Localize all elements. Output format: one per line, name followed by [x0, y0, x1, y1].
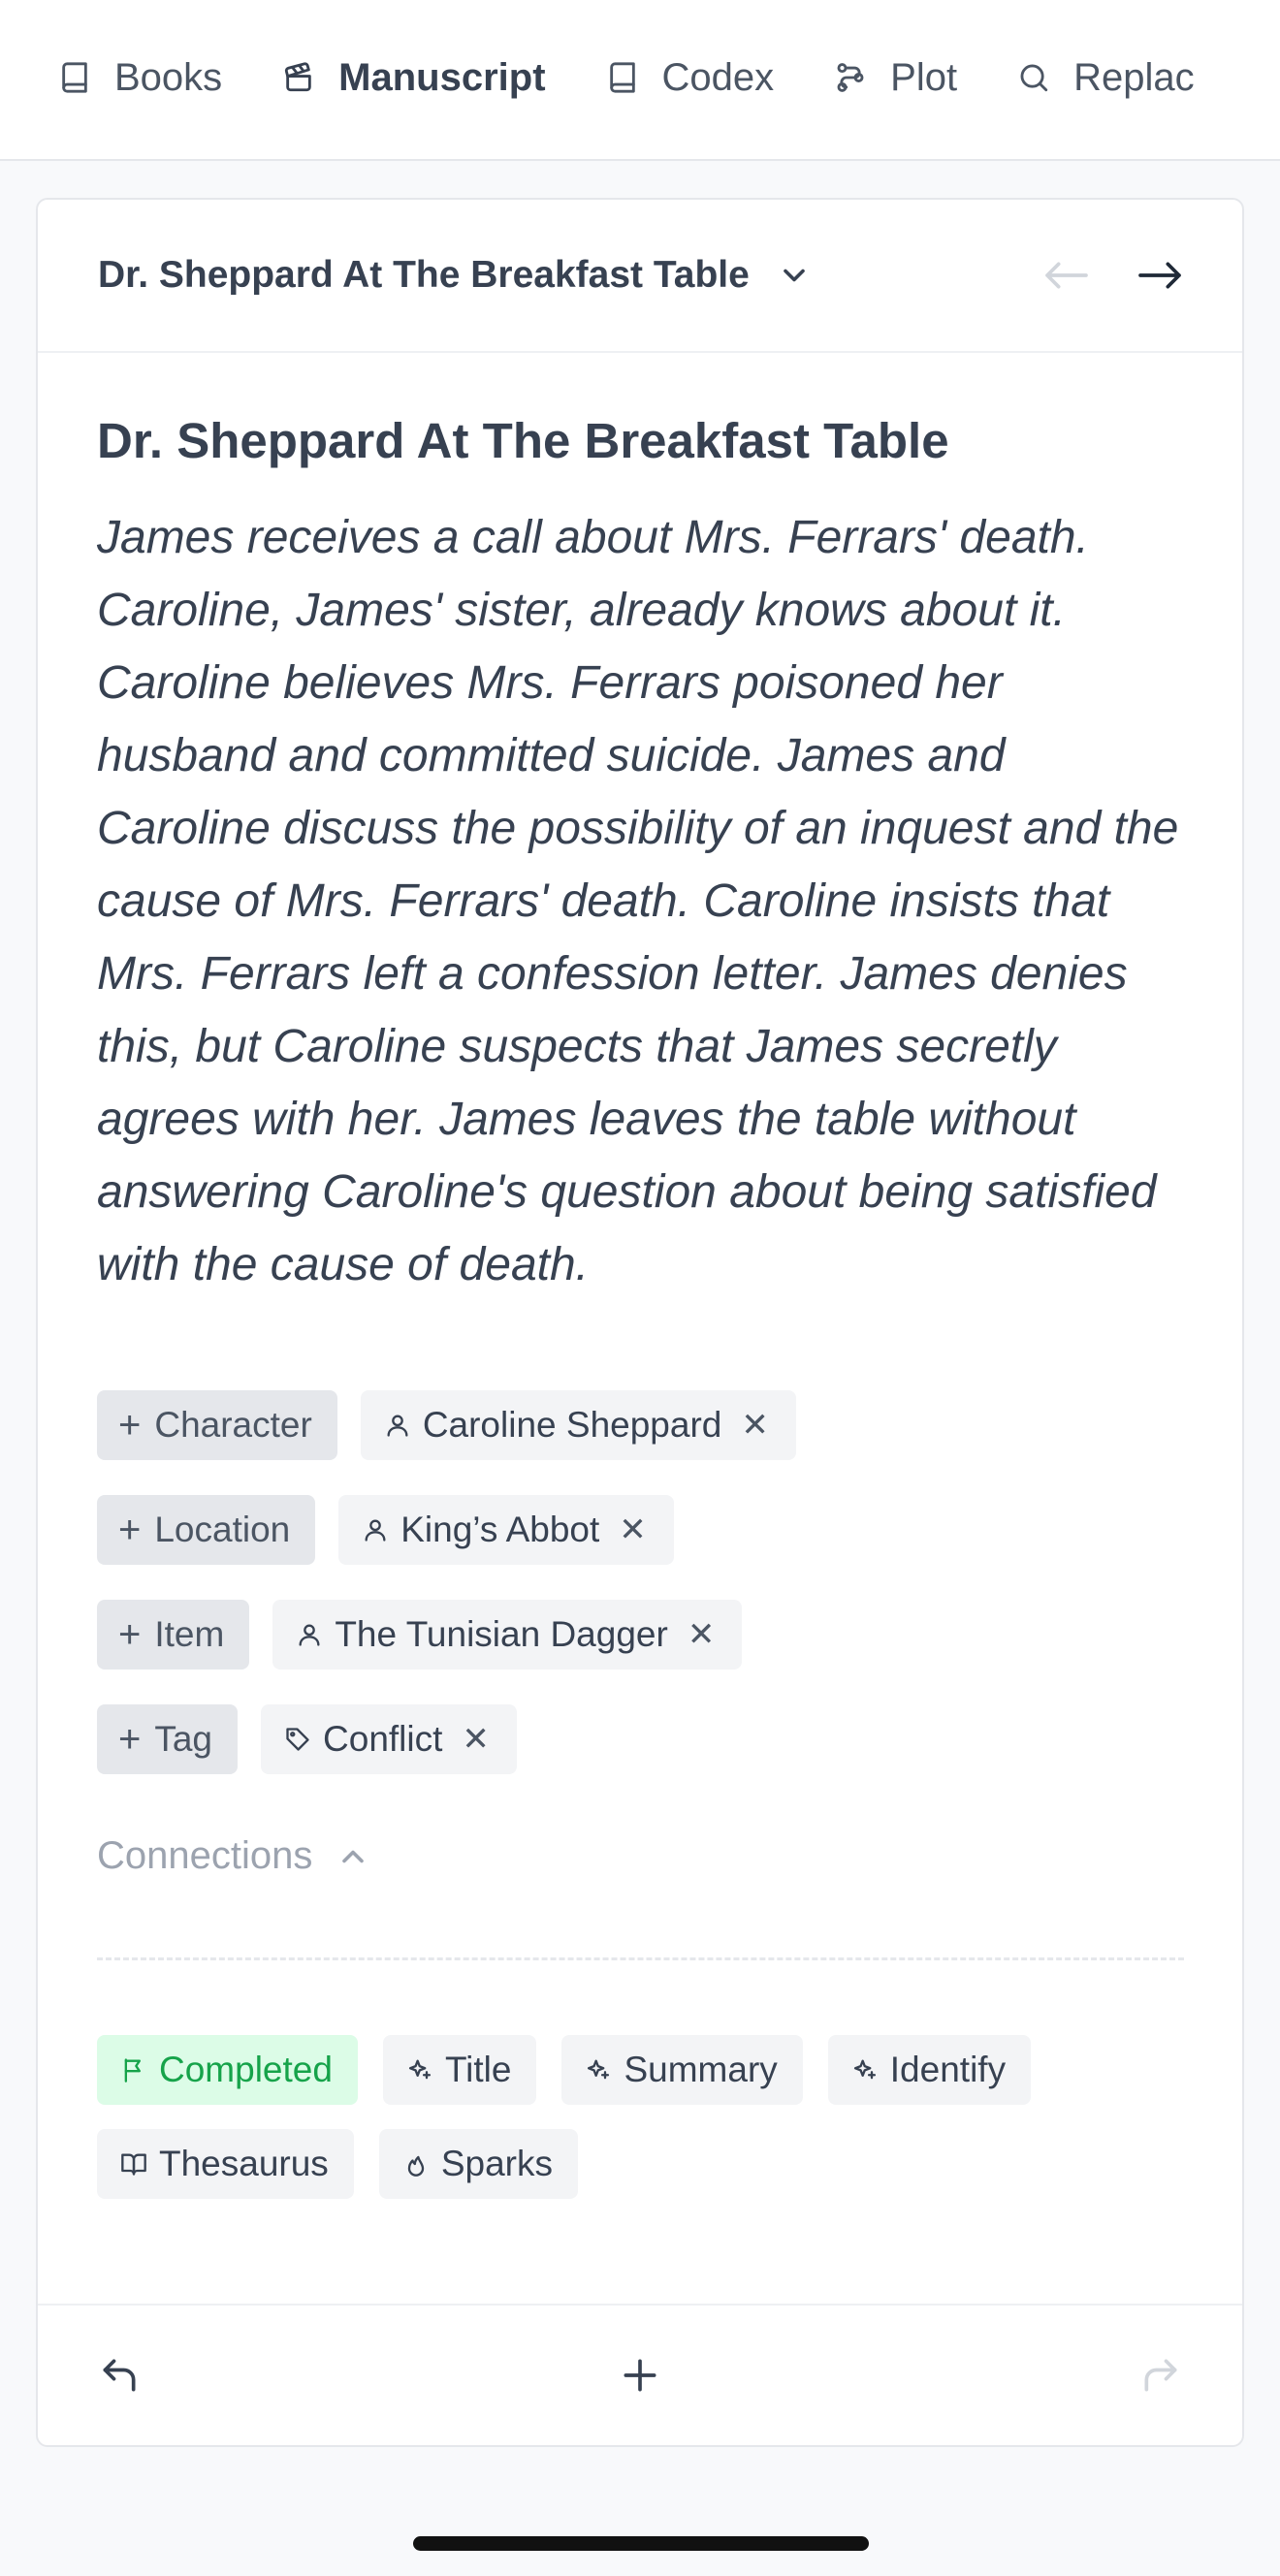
character-row: + Character Caroline Sheppard ✕ [97, 1390, 1184, 1461]
completed-button[interactable]: Completed [97, 2035, 358, 2106]
nav-manuscript[interactable]: Manuscript [282, 55, 546, 100]
summary-button[interactable]: Summary [561, 2035, 803, 2106]
character-chip[interactable]: Caroline Sheppard ✕ [360, 1390, 796, 1461]
add-location-button[interactable]: + Location [97, 1495, 316, 1566]
scene-select[interactable]: Dr. Sheppard At The Breakfast Table [98, 254, 812, 297]
title-button[interactable]: Title [382, 2035, 537, 2106]
divider [97, 1957, 1184, 1961]
plus-icon: + [118, 1612, 142, 1656]
chevron-down-icon [784, 269, 805, 282]
tag-chip[interactable]: Conflict ✕ [261, 1704, 517, 1775]
arrow-left-icon[interactable] [1042, 256, 1091, 295]
connections-label: Connections [97, 1834, 313, 1878]
nav-replace[interactable]: Replac [1017, 56, 1211, 100]
arrow-right-icon[interactable] [1136, 256, 1184, 295]
close-icon[interactable]: ✕ [741, 1406, 769, 1445]
scene-card: Dr. Sheppard At The Breakfast Table Dr. … [36, 198, 1244, 2447]
book-icon [62, 62, 87, 93]
sparks-button[interactable]: Sparks [378, 2129, 578, 2200]
add-tag-button[interactable]: + Tag [97, 1704, 239, 1775]
sparkles-icon [408, 2059, 432, 2080]
location-chip[interactable]: King’s Abbot ✕ [338, 1495, 674, 1566]
home-indicator [413, 2536, 869, 2551]
card-header: Dr. Sheppard At The Breakfast Table [38, 200, 1242, 353]
redo-icon[interactable] [1139, 2354, 1182, 2397]
flame-icon [407, 2156, 424, 2178]
close-icon[interactable]: ✕ [688, 1615, 716, 1654]
title-label: Title [444, 2050, 512, 2090]
item-chip-label: The Tunisian Dagger [335, 1614, 668, 1655]
add-character-label: Character [154, 1405, 312, 1446]
close-icon[interactable]: ✕ [462, 1720, 490, 1759]
tag-rows: + Character Caroline Sheppard ✕ + Locati… [97, 1390, 1184, 1775]
identify-label: Identify [889, 2050, 1007, 2090]
nav-codex-label: Codex [661, 55, 775, 99]
thesaurus-label: Thesaurus [159, 2144, 329, 2184]
connections-toggle[interactable]: Connections [97, 1834, 1184, 1878]
plus-icon[interactable] [619, 2354, 661, 2397]
tag-chip-label: Conflict [323, 1719, 443, 1760]
nav-books-label: Books [114, 55, 223, 99]
book-icon [609, 62, 635, 93]
scene-actions: Completed Title Summary Identify Thesaur… [97, 2035, 1184, 2200]
plus-icon: + [118, 1403, 142, 1447]
location-row: + Location King’s Abbot ✕ [97, 1495, 1184, 1566]
plus-icon: + [118, 1508, 142, 1551]
sparks-label: Sparks [440, 2144, 553, 2184]
summary-label: Summary [624, 2050, 778, 2090]
nav-books[interactable]: Books [58, 56, 222, 100]
tag-row: + Tag Conflict ✕ [97, 1704, 1184, 1775]
item-chip[interactable]: The Tunisian Dagger ✕ [272, 1600, 743, 1670]
thesaurus-button[interactable]: Thesaurus [97, 2129, 354, 2200]
clapperboard-icon [285, 62, 311, 92]
search-icon [1020, 64, 1048, 92]
card-footer [38, 2304, 1242, 2445]
user-icon [299, 1624, 320, 1646]
user-icon [387, 1415, 408, 1437]
add-character-button[interactable]: + Character [97, 1390, 337, 1461]
nav-replace-label: Replac [1073, 55, 1195, 99]
nav-plot[interactable]: Plot [834, 56, 957, 100]
book-open-icon [121, 2153, 146, 2176]
tag-icon [286, 1728, 309, 1751]
scene-summary[interactable]: James receives a call about Mrs. Ferrars… [97, 501, 1184, 1301]
character-chip-label: Caroline Sheppard [422, 1405, 722, 1446]
scene-select-label: Dr. Sheppard At The Breakfast Table [98, 254, 750, 296]
chevron-up-icon [342, 1850, 365, 1862]
add-location-label: Location [154, 1510, 291, 1550]
plus-icon: + [118, 1717, 142, 1761]
identify-button[interactable]: Identify [827, 2035, 1032, 2106]
top-nav: Books Manuscript Codex Plot Replac [0, 0, 1280, 161]
close-icon[interactable]: ✕ [619, 1511, 647, 1549]
nav-plot-label: Plot [890, 55, 958, 99]
add-tag-label: Tag [154, 1719, 213, 1760]
completed-label: Completed [159, 2050, 333, 2090]
sparkles-icon [853, 2059, 876, 2080]
item-row: + Item The Tunisian Dagger ✕ [97, 1600, 1184, 1670]
route-icon [837, 63, 864, 92]
nav-manuscript-label: Manuscript [338, 55, 546, 99]
add-item-label: Item [154, 1614, 225, 1655]
user-icon [365, 1519, 386, 1542]
scene-navigation [1042, 256, 1184, 295]
scene-title[interactable]: Dr. Sheppard At The Breakfast Table [97, 411, 1184, 470]
card-body: Dr. Sheppard At The Breakfast Table Jame… [38, 353, 1242, 2200]
sparkles-icon [588, 2059, 610, 2080]
undo-icon[interactable] [98, 2354, 141, 2397]
add-item-button[interactable]: + Item [97, 1600, 250, 1670]
flag-icon [124, 2058, 141, 2083]
location-chip-label: King’s Abbot [400, 1510, 600, 1550]
nav-codex[interactable]: Codex [606, 55, 775, 100]
